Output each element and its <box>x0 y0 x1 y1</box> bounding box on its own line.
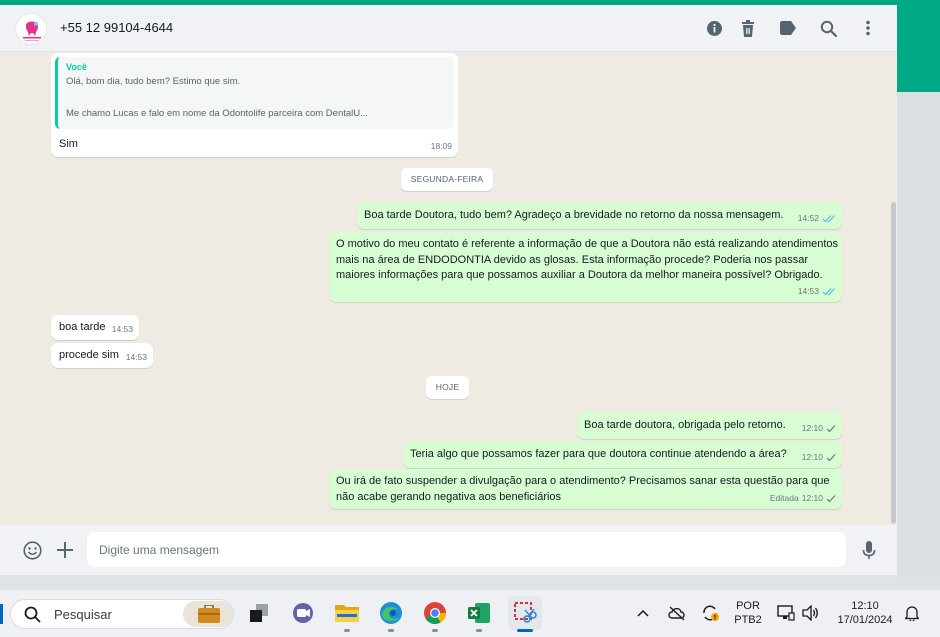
message-time: 12:10 <box>801 492 823 503</box>
edge-icon[interactable] <box>376 598 406 632</box>
contact-name[interactable]: +55 12 99104-4644 <box>60 20 173 35</box>
message-time: 14:53 <box>111 323 133 334</box>
message-text: Ou irá de fato suspender a divulgação pa… <box>336 475 830 503</box>
microphone-icon[interactable] <box>858 539 880 561</box>
windows-taskbar: Pesquisar POR PTB2 12:10 17/01/2024 <box>0 589 940 637</box>
emoji-icon[interactable] <box>21 539 43 561</box>
input-language[interactable]: POR PTB2 <box>730 599 766 627</box>
label-icon[interactable] <box>777 17 799 39</box>
message-text: O motivo do meu contato é referente a in… <box>336 238 839 281</box>
edited-label: Editada <box>769 492 799 503</box>
attach-plus-icon[interactable] <box>54 539 76 561</box>
chat-header: +55 12 99104-4644 <box>0 5 897 52</box>
message-outgoing[interactable]: O motivo do meu contato é referente a in… <box>329 232 842 302</box>
notification-bell-icon[interactable] <box>900 598 924 628</box>
message-incoming[interactable]: boa tarde 14:53 <box>51 315 139 340</box>
cloud-offline-icon[interactable] <box>664 598 690 628</box>
display-network-icon[interactable] <box>775 598 797 628</box>
message-incoming[interactable]: Você Olá, bom dia, tudo bem? Estimo que … <box>51 53 458 157</box>
quote-author: Você <box>66 62 87 72</box>
task-view-icon[interactable] <box>244 598 274 628</box>
background-panel <box>897 92 940 577</box>
message-outgoing[interactable]: Teria algo que possamos fazer para que d… <box>403 441 842 468</box>
message-list[interactable]: Você Olá, bom dia, tudo bem? Estimo que … <box>0 52 897 525</box>
running-indicator <box>388 629 394 632</box>
message-time: 18:09 <box>430 140 452 151</box>
message-text: procede sim <box>59 349 119 361</box>
message-text: Boa tarde doutora, obrigada pelo retorno… <box>584 419 786 431</box>
message-meta: 18:09 <box>431 139 452 155</box>
message-meta: 14:52 <box>798 211 836 227</box>
running-indicator <box>344 629 350 632</box>
search-icon[interactable] <box>817 17 839 39</box>
taskbar-search[interactable]: Pesquisar <box>10 599 234 629</box>
message-time: 14:53 <box>797 285 819 296</box>
message-text: Sim <box>59 138 78 150</box>
info-icon[interactable] <box>703 17 725 39</box>
message-time: 14:52 <box>797 212 819 223</box>
clock-date: 17/01/2024 <box>837 614 893 626</box>
message-time: 14:53 <box>125 351 147 362</box>
read-receipt-icon <box>822 214 835 223</box>
menu-icon[interactable] <box>857 17 879 39</box>
sync-warning-icon[interactable] <box>697 598 723 628</box>
quoted-message[interactable]: Você Olá, bom dia, tudo bem? Estimo que … <box>55 57 454 129</box>
teams-icon[interactable] <box>288 598 318 628</box>
running-indicator <box>432 629 438 632</box>
message-text: Teria algo que possamos fazer para que d… <box>410 448 787 460</box>
date-separator: HOJE <box>426 376 469 399</box>
message-input[interactable] <box>87 532 846 567</box>
sent-check-icon <box>826 494 836 503</box>
search-icon <box>24 606 41 623</box>
message-outgoing[interactable]: Ou irá de fato suspender a divulgação pa… <box>329 469 842 509</box>
quote-text: Olá, bom dia, tudo bem? Estimo que sim. … <box>66 76 369 119</box>
message-meta: Editada 12:10 <box>770 491 836 507</box>
message-meta: 14:53 <box>798 284 836 300</box>
background-accent <box>897 0 940 92</box>
date-separator: SEGUNDA-FEIRA <box>401 168 493 191</box>
message-outgoing[interactable]: Boa tarde doutora, obrigada pelo retorno… <box>577 412 842 439</box>
running-indicator <box>476 629 482 632</box>
message-meta: 12:10 <box>802 450 836 466</box>
volume-icon[interactable] <box>799 598 821 628</box>
language-code: POR <box>736 600 760 612</box>
search-label: Pesquisar <box>54 607 112 622</box>
message-time: 12:10 <box>801 451 823 462</box>
message-text: Boa tarde Doutora, tudo bem? Agradeço a … <box>364 209 784 221</box>
chevron-up-icon[interactable] <box>632 598 654 628</box>
snipping-tool-icon[interactable] <box>508 596 542 632</box>
chat-window: +55 12 99104-4644 Você Olá, bom dia, tud… <box>0 5 897 575</box>
work-briefcase-icon[interactable] <box>183 601 233 627</box>
message-outgoing[interactable]: Boa tarde Doutora, tudo bem? Agradeço a … <box>357 202 842 229</box>
contact-avatar[interactable] <box>15 13 47 45</box>
active-indicator <box>517 629 533 632</box>
excel-icon[interactable] <box>464 598 494 632</box>
message-meta: 14:53 <box>126 350 147 366</box>
contact-logo <box>16 14 46 44</box>
scrollbar[interactable] <box>891 202 896 524</box>
read-receipt-icon <box>822 287 835 296</box>
message-meta: 12:10 <box>802 421 836 437</box>
message-time: 12:10 <box>801 422 823 433</box>
sent-check-icon <box>826 424 836 433</box>
message-text: boa tarde <box>59 321 106 333</box>
start-button-edge[interactable] <box>0 604 3 624</box>
keyboard-layout: PTB2 <box>734 614 762 626</box>
clock-time: 12:10 <box>851 600 879 612</box>
system-clock[interactable]: 12:10 17/01/2024 <box>830 599 900 627</box>
chrome-icon[interactable] <box>420 598 450 632</box>
file-explorer-icon[interactable] <box>332 598 362 632</box>
sent-check-icon <box>826 453 836 462</box>
delete-icon[interactable] <box>737 17 759 39</box>
message-meta: 14:53 <box>112 322 133 338</box>
message-incoming[interactable]: procede sim 14:53 <box>51 343 153 368</box>
composer <box>0 525 897 575</box>
